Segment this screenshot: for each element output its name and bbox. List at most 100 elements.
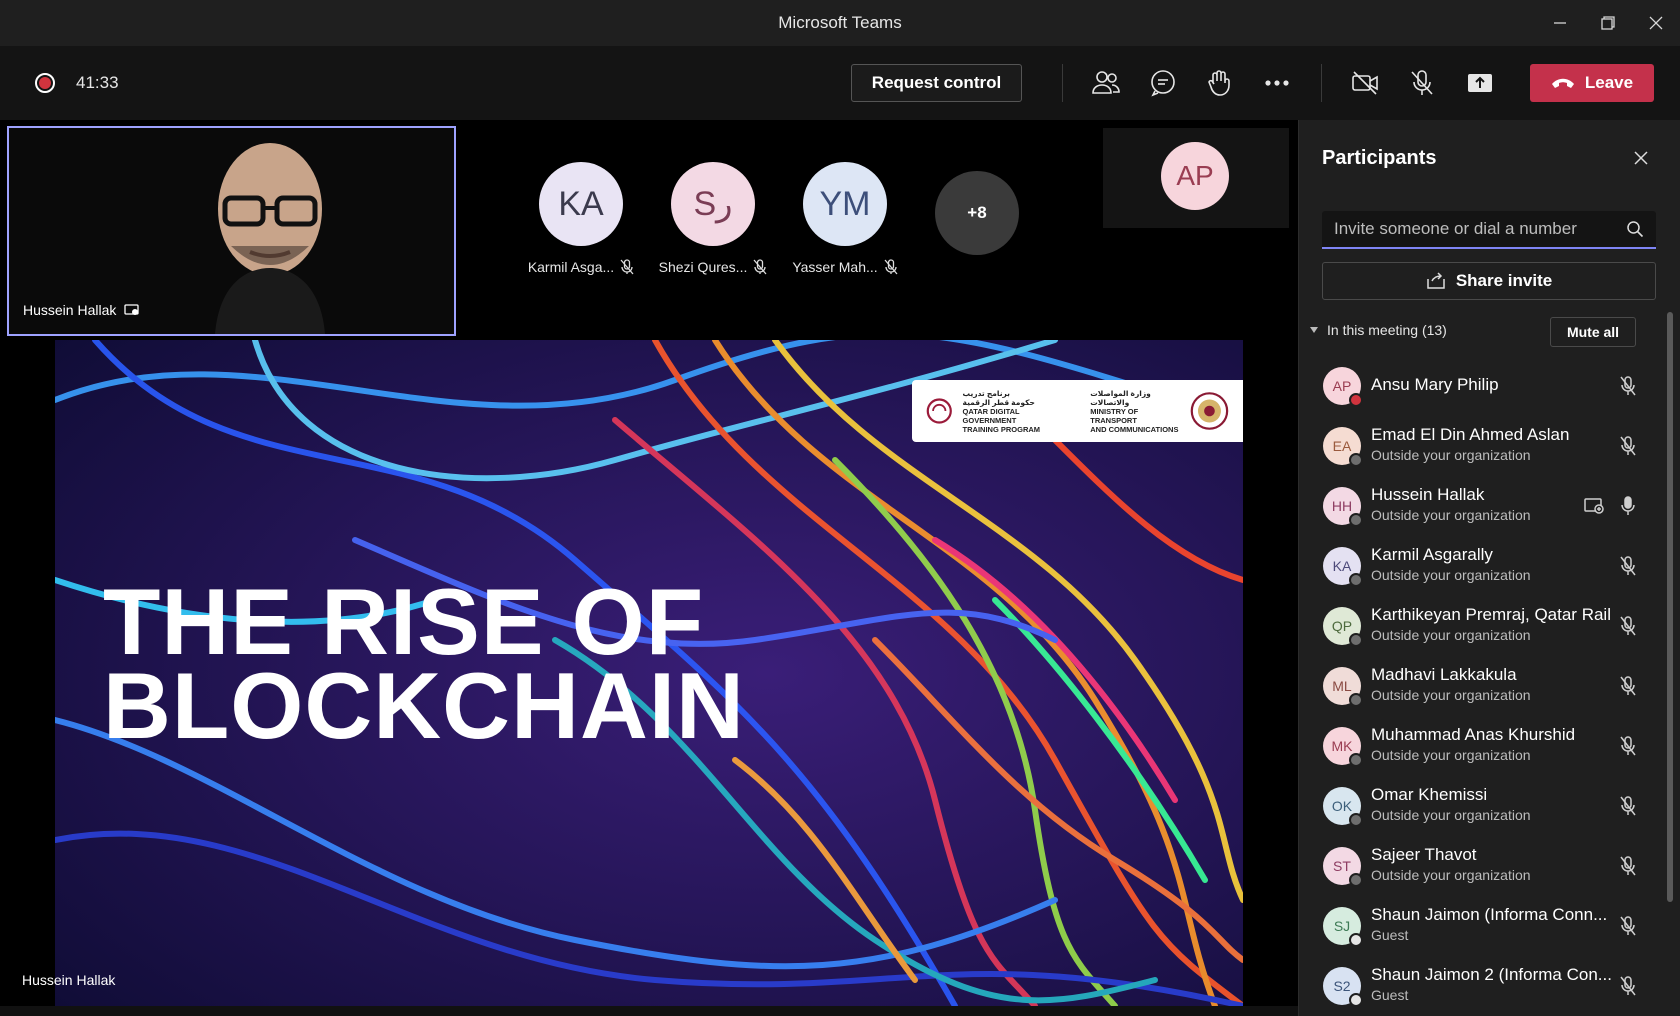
participant-tile-yasser[interactable]: YM Yasser Mah... — [780, 162, 910, 275]
invite-input[interactable] — [1334, 219, 1626, 239]
participant-mic-button[interactable] — [1617, 855, 1639, 877]
avatar: HH — [1323, 487, 1363, 527]
mic-off-icon — [1620, 976, 1636, 996]
chat-icon — [1151, 70, 1175, 97]
participant-mic-button[interactable] — [1617, 795, 1639, 817]
participant-row[interactable]: QP Karthikeyan Premraj, Qatar Rail Outside… — [1299, 595, 1667, 655]
leave-button[interactable]: Leave — [1530, 64, 1654, 102]
restore-icon — [1601, 16, 1615, 30]
participant-name: Muhammad Anas Khurshid — [1371, 725, 1576, 744]
bottom-strip — [0, 1006, 1298, 1016]
participant-name: Sajeer Thavot — [1371, 845, 1477, 864]
participant-tile-karmil[interactable]: KA Karmil Asga... — [516, 162, 646, 275]
share-invite-button[interactable]: Share invite — [1322, 262, 1656, 300]
participant-name: Shaun Jaimon 2 (Informa Con... — [1371, 965, 1612, 984]
participant-mic-button[interactable] — [1617, 435, 1639, 457]
presenting-icon — [1584, 498, 1604, 514]
presence-badge-icon — [1349, 813, 1363, 827]
participant-row[interactable]: AP Ansu Mary Philip — [1299, 355, 1667, 415]
participant-row[interactable]: OK Omar Khemissi Outside your organization — [1299, 775, 1667, 835]
presence-badge-icon — [1349, 933, 1363, 947]
logo-right-line2: AND COMMUNICATIONS — [1090, 424, 1179, 434]
avatar-initials: OK — [1331, 798, 1353, 814]
close-icon — [1634, 151, 1648, 165]
mic-off-icon — [1620, 676, 1636, 696]
self-tile-name: Hussein Hallak — [23, 302, 117, 318]
participant-row[interactable]: HH Hussein Hallak Outside your organizatio… — [1299, 475, 1667, 535]
participant-mic-button[interactable] — [1617, 915, 1639, 937]
presence-badge-icon — [1349, 633, 1363, 647]
participant-row[interactable]: ML Madhavi Lakkakula Outside your organiza… — [1299, 655, 1667, 715]
participant-row[interactable]: SJ Shaun Jaimon (Informa Conn... Guest — [1299, 895, 1667, 955]
chat-button[interactable] — [1143, 64, 1183, 102]
reactions-button[interactable] — [1200, 64, 1240, 102]
presenting-indicator — [1583, 495, 1605, 517]
presence-badge-icon — [1349, 693, 1363, 707]
avatar: QP — [1323, 607, 1363, 647]
tile-name: Yasser Mah... — [792, 259, 878, 275]
in-meeting-section-toggle[interactable]: In this meeting (13) — [1309, 322, 1447, 338]
minimize-button[interactable] — [1536, 0, 1584, 46]
participant-name: Shaun Jaimon (Informa Conn... — [1371, 905, 1608, 924]
share-content-button[interactable] — [1460, 64, 1500, 102]
participant-row[interactable]: S2 Shaun Jaimon 2 (Informa Con... Guest — [1299, 955, 1667, 1015]
participant-row[interactable]: ST Sajeer Thavot Outside your organization — [1299, 835, 1667, 895]
logo-left-arabic: برنامج تدريب — [962, 388, 1010, 398]
share-invite-label: Share invite — [1455, 271, 1553, 290]
participant-subtitle: Outside your organization — [1371, 747, 1531, 763]
avatar: SJ — [1323, 907, 1363, 947]
close-window-button[interactable] — [1632, 0, 1680, 46]
sponsor-logos: برنامج تدريب حكومة قطر الرقمية QATAR DIG… — [912, 380, 1243, 442]
avatar: EA — [1323, 427, 1363, 467]
avatar: S2 — [1323, 967, 1363, 1007]
meeting-stage: Hussein Hallak KA Karmil Asga... Sر Shez… — [0, 120, 1298, 1016]
avatar-initials: S2 — [1333, 978, 1351, 994]
participant-row[interactable]: MK Muhammad Anas Khurshid Outside your org… — [1299, 715, 1667, 775]
participant-tile-shezi[interactable]: Sر Shezi Qures... — [648, 162, 778, 275]
more-actions-button[interactable] — [1257, 64, 1297, 102]
avatar-initials: Sر — [693, 185, 733, 223]
video-tile-hussein[interactable]: Hussein Hallak — [7, 126, 456, 336]
camera-toggle-button[interactable] — [1345, 64, 1385, 102]
participant-mic-button[interactable] — [1617, 615, 1639, 637]
mute-all-button[interactable]: Mute all — [1550, 317, 1636, 347]
participant-mic-button[interactable] — [1617, 555, 1639, 577]
participant-mic-button[interactable] — [1617, 675, 1639, 697]
logo-right-line1: MINISTRY OF TRANSPORT — [1090, 406, 1139, 425]
close-panel-button[interactable] — [1629, 146, 1653, 170]
participants-button[interactable] — [1086, 64, 1126, 102]
avatar: MK — [1323, 727, 1363, 767]
shared-content[interactable]: برنامج تدريب حكومة قطر الرقمية QATAR DIG… — [55, 340, 1243, 1006]
toolbar-divider — [1321, 64, 1322, 102]
invite-search-field[interactable] — [1322, 211, 1656, 249]
participant-mic-button[interactable] — [1617, 375, 1639, 397]
caret-down-icon — [1310, 327, 1318, 333]
more-count: +8 — [967, 203, 987, 222]
avatar-initials: EA — [1332, 438, 1352, 454]
presenter-name: Hussein Hallak — [22, 972, 116, 988]
participant-mic-button[interactable] — [1617, 495, 1639, 517]
avatar: YM — [803, 162, 887, 246]
avatar: ST — [1323, 847, 1363, 887]
participant-row[interactable]: EA Emad El Din Ahmed Aslan Outside your or… — [1299, 415, 1667, 475]
logo-left-text: برنامج تدريب حكومة قطر الرقمية QATAR DIG… — [963, 389, 1063, 434]
mic-off-icon — [620, 259, 634, 275]
camera-off-icon — [1352, 71, 1378, 95]
participant-mic-button[interactable] — [1617, 975, 1639, 997]
more-participants-button[interactable]: +8 — [935, 171, 1019, 255]
avatar: Sر — [671, 162, 755, 246]
participant-mic-button[interactable] — [1617, 735, 1639, 757]
mic-toggle-button[interactable] — [1402, 64, 1442, 102]
presence-badge-icon — [1349, 393, 1363, 407]
window-title: Microsoft Teams — [778, 13, 902, 32]
avatar-initials: AP — [1332, 378, 1352, 394]
toolbar-divider — [1062, 64, 1063, 102]
restore-button[interactable] — [1584, 0, 1632, 46]
recording-icon — [35, 73, 55, 93]
tile-label: Yasser Mah... — [792, 259, 898, 275]
avatar-initials: MK — [1331, 738, 1353, 754]
panel-scrollbar[interactable] — [1667, 312, 1673, 902]
participant-row[interactable]: KA Karmil Asgarally Outside your organizat… — [1299, 535, 1667, 595]
request-control-button[interactable]: Request control — [851, 64, 1022, 102]
participant-tile-ap[interactable]: AP — [1103, 128, 1289, 228]
